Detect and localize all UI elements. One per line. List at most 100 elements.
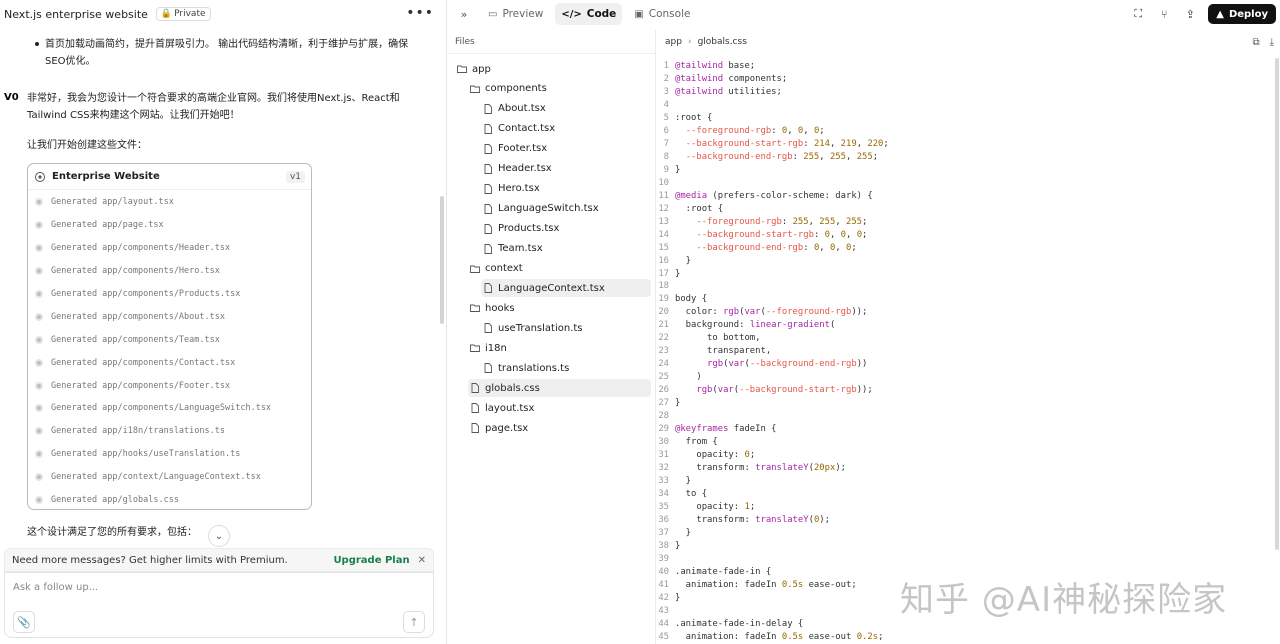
tree-file[interactable]: Products.tsx: [481, 220, 651, 238]
line-number: 34: [658, 488, 669, 499]
generated-file-label: Generated app/layout.tsx: [51, 197, 174, 208]
code-text: @tailwind utilities;: [675, 86, 782, 97]
chat-scrollbar[interactable]: [440, 196, 444, 324]
code-content[interactable]: 1 @tailwind base; 2 @tailwind components; 3 @…: [657, 60, 1275, 644]
code-line: 25 ): [657, 371, 1275, 384]
tree-file[interactable]: useTranslation.ts: [481, 319, 651, 337]
code-text: opacity: 1;: [675, 501, 756, 512]
editor-scrollbar[interactable]: [1275, 58, 1279, 550]
tree-folder[interactable]: hooks: [468, 299, 651, 317]
code-text: --background-start-rgb: 0, 0, 0;: [696, 229, 868, 240]
generated-file-item[interactable]: Generated app/components/Hero.tsx: [28, 260, 311, 283]
tree-file[interactable]: page.tsx: [468, 419, 651, 437]
tab-console[interactable]: ▣ Console: [628, 3, 696, 25]
code-line: 27}: [657, 397, 1275, 410]
download-icon[interactable]: ⤓: [1270, 37, 1274, 48]
line-number: 19: [658, 294, 669, 305]
tree-folder[interactable]: app: [455, 60, 651, 78]
generated-file-item[interactable]: Generated app/components/Team.tsx: [28, 328, 311, 351]
git-branch-icon[interactable]: ⑂: [1156, 8, 1172, 21]
code-text: :root {: [675, 203, 724, 214]
code-line: 8 --background-end-rgb: 255, 255, 255;: [657, 151, 1275, 164]
breadcrumb-root[interactable]: app: [665, 37, 682, 47]
tree-file[interactable]: Header.tsx: [481, 160, 651, 178]
tree-item-label: hooks: [485, 302, 515, 314]
generated-file-item[interactable]: Generated app/components/Header.tsx: [28, 237, 311, 260]
generated-file-item[interactable]: Generated app/globals.css: [28, 489, 311, 509]
file-explorer: Files app components About.tsx Contact.tsx F…: [448, 30, 656, 644]
followup-input[interactable]: Ask a follow up...: [13, 582, 98, 593]
code-text: }: [675, 268, 681, 279]
chat-title[interactable]: Next.js enterprise website: [4, 8, 148, 21]
generated-file-item[interactable]: Generated app/context/LanguageContext.ts…: [28, 466, 311, 489]
line-number: 42: [658, 592, 669, 603]
tree-file[interactable]: LanguageSwitch.tsx: [481, 200, 651, 218]
files-header: Files: [448, 30, 655, 54]
tree-folder[interactable]: components: [468, 80, 651, 98]
close-icon[interactable]: ✕: [418, 555, 426, 566]
generated-file-item[interactable]: Generated app/components/Products.tsx: [28, 283, 311, 306]
deploy-button[interactable]: ▲ Deploy: [1208, 4, 1276, 24]
tree-folder[interactable]: context: [468, 260, 651, 278]
code-line: 15 --background-end-rgb: 0, 0, 0;: [657, 242, 1275, 255]
file-icon: [483, 243, 493, 254]
breadcrumb-file[interactable]: globals.css: [698, 37, 747, 47]
generated-file-item[interactable]: Generated app/hooks/useTranslation.ts: [28, 443, 311, 466]
upgrade-plan-link[interactable]: Upgrade Plan: [333, 555, 409, 566]
copy-icon[interactable]: ⧉: [1252, 37, 1259, 48]
tab-preview[interactable]: ▭ Preview: [482, 3, 549, 25]
generated-file-item[interactable]: Generated app/components/About.tsx: [28, 305, 311, 328]
code-line: 2 @tailwind components;: [657, 73, 1275, 86]
tree-file[interactable]: About.tsx: [481, 100, 651, 118]
tree-item-label: Hero.tsx: [498, 183, 540, 195]
tree-file[interactable]: Hero.tsx: [481, 180, 651, 198]
code-line: 24 rgb(var(--background-end-rgb)): [657, 358, 1275, 371]
tree-file[interactable]: translations.ts: [481, 359, 651, 377]
code-line: 5:root {: [657, 112, 1275, 125]
code-text: opacity: 0;: [675, 450, 756, 461]
share-icon[interactable]: ⇪: [1182, 8, 1198, 21]
status-dot-icon: [35, 450, 43, 459]
tree-item-label: About.tsx: [498, 103, 546, 115]
tree-item-label: LanguageContext.tsx: [498, 282, 605, 294]
code-text: transparent,: [675, 346, 772, 357]
code-text: }: [675, 164, 681, 175]
collapse-sidebar-icon[interactable]: »: [452, 8, 476, 21]
tree-file[interactable]: layout.tsx: [468, 399, 651, 417]
file-icon: [483, 103, 493, 114]
send-icon[interactable]: ↑: [403, 611, 425, 633]
line-number: 27: [658, 398, 669, 409]
card-title: Enterprise Website: [52, 171, 160, 182]
generated-file-item[interactable]: Generated app/components/LanguageSwitch.…: [28, 397, 311, 420]
attach-icon[interactable]: 📎: [13, 611, 35, 633]
fullscreen-icon[interactable]: ⛶: [1130, 7, 1146, 21]
generated-file-item[interactable]: Generated app/i18n/translations.ts: [28, 420, 311, 443]
generated-file-item[interactable]: Generated app/page.tsx: [28, 214, 311, 237]
premium-text: Need more messages? Get higher limits wi…: [12, 554, 288, 566]
tree-file[interactable]: LanguageContext.tsx: [481, 279, 651, 298]
generated-file-item[interactable]: Generated app/components/Footer.tsx: [28, 374, 311, 397]
generated-file-item[interactable]: Generated app/components/Contact.tsx: [28, 351, 311, 374]
tree-file[interactable]: Contact.tsx: [481, 120, 651, 138]
generated-file-item[interactable]: Generated app/layout.tsx: [28, 191, 311, 214]
message-composer[interactable]: Ask a follow up... 📎 ↑: [4, 572, 434, 638]
line-number: 26: [658, 385, 669, 396]
tree-file[interactable]: Footer.tsx: [481, 140, 651, 158]
code-line: 9}: [657, 164, 1275, 177]
tree-file[interactable]: globals.css: [468, 379, 651, 398]
generated-file-label: Generated app/context/LanguageContext.ts…: [51, 472, 261, 483]
scroll-down-button[interactable]: ⌄: [208, 525, 230, 547]
tree-item-label: globals.css: [485, 382, 540, 394]
version-badge[interactable]: v1: [285, 170, 305, 183]
tab-code[interactable]: </> Code: [555, 3, 623, 25]
tree-folder[interactable]: i18n: [468, 339, 651, 357]
folder-icon: [457, 64, 467, 74]
tree-file[interactable]: Team.tsx: [481, 240, 651, 258]
generation-card[interactable]: Enterprise Website v1 Generated app/layo…: [27, 163, 312, 510]
line-number: 16: [658, 255, 669, 266]
code-line: 20 color: rgb(var(--foreground-rgb));: [657, 306, 1275, 319]
more-options-icon[interactable]: •••: [406, 5, 434, 21]
generated-file-label: Generated app/i18n/translations.ts: [51, 426, 225, 437]
code-line: 11 @media (prefers-color-scheme: dark) {: [657, 190, 1275, 203]
card-header: Enterprise Website v1: [28, 164, 311, 190]
